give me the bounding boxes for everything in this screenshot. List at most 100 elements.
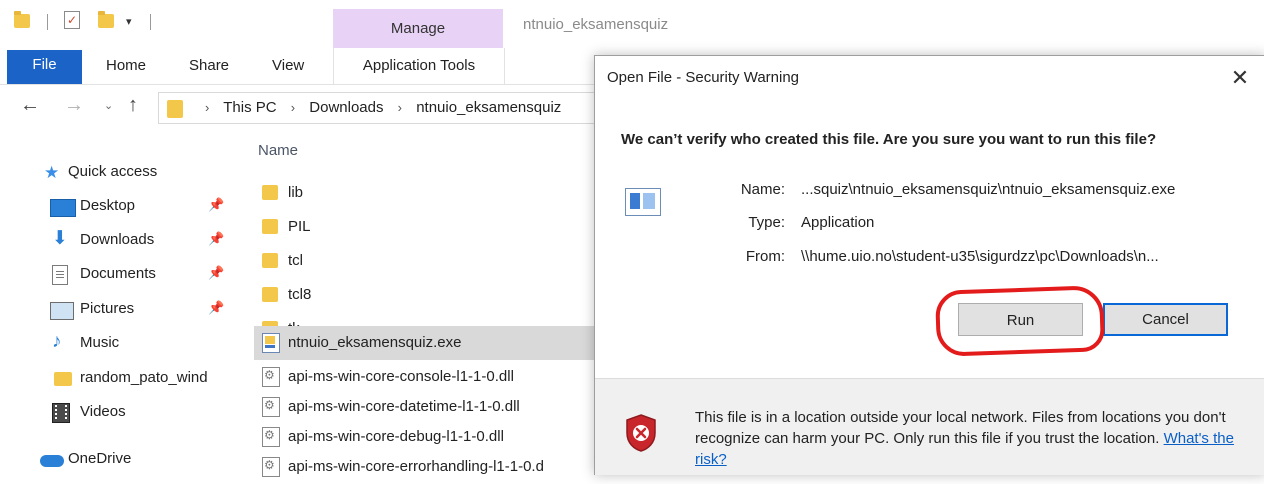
- music-icon: ♪: [52, 331, 62, 352]
- sidebar-item-label: Quick access: [68, 163, 158, 180]
- sidebar-item-label: OneDrive: [68, 450, 132, 467]
- dialog-heading: We can’t verify who created this file. A…: [621, 131, 1157, 148]
- sidebar-item-desktop[interactable]: Desktop 📌: [0, 191, 240, 221]
- folder-icon: [167, 100, 183, 118]
- file-row-dll-console[interactable]: api-ms-win-core-console-l1-1-0.dll: [254, 360, 600, 394]
- close-icon[interactable]: ✕: [1223, 63, 1257, 93]
- separator: [150, 14, 151, 30]
- from-label: From:: [745, 248, 785, 265]
- sidebar-item-label: Pictures: [80, 300, 135, 317]
- sidebar-item-videos[interactable]: Videos: [0, 397, 240, 427]
- sidebar-item-onedrive[interactable]: OneDrive: [0, 444, 240, 474]
- security-warning-dialog: Open File - Security Warning ✕ We can’t …: [594, 55, 1264, 475]
- manage-tab-label: Manage: [390, 20, 446, 37]
- sidebar-item-label: Documents: [80, 265, 156, 282]
- file-name: api-ms-win-core-errorhandling-l1-1-0.d: [288, 458, 544, 475]
- videos-icon: [52, 403, 70, 423]
- tab-file[interactable]: File: [7, 50, 82, 84]
- dialog-footer: This file is in a location outside your …: [595, 378, 1264, 475]
- footer-message: This file is in a location outside your …: [695, 409, 1226, 447]
- file-row-lib[interactable]: lib: [254, 176, 600, 210]
- file-name: api-ms-win-core-datetime-l1-1-0.dll: [288, 398, 520, 415]
- manage-tab[interactable]: Manage: [333, 9, 503, 48]
- sidebar-item-label: Videos: [80, 403, 126, 420]
- dll-file-icon: [262, 427, 280, 447]
- cloud-icon: [40, 455, 64, 467]
- sidebar-item-random-pato-wind[interactable]: random_pato_wind: [0, 363, 240, 393]
- folder-icon: [262, 219, 278, 234]
- file-name: tcl8: [288, 286, 312, 303]
- file-row-dll-debug[interactable]: api-ms-win-core-debug-l1-1-0.dll: [254, 420, 600, 454]
- new-folder-icon[interactable]: [98, 11, 114, 28]
- file-name: lib: [288, 184, 304, 201]
- shield-warning-icon: [626, 414, 656, 452]
- sidebar-item-music[interactable]: ♪ Music: [0, 328, 240, 358]
- explorer-titlebar: ✓ ▾ Manage ntnuio_eksamensquiz: [0, 0, 1264, 48]
- ribbon-tabs: File Home Share View Application Tools: [0, 48, 600, 85]
- folder-icon: [54, 372, 72, 386]
- file-row-tcl8[interactable]: tcl8: [254, 278, 600, 312]
- properties-icon[interactable]: ✓: [64, 11, 80, 29]
- pin-icon[interactable]: 📌: [208, 197, 224, 213]
- folder-icon[interactable]: [14, 11, 30, 28]
- breadcrumb-downloads[interactable]: Downloads: [309, 99, 383, 116]
- window-title: ntnuio_eksamensquiz: [523, 16, 669, 33]
- file-name: PIL: [288, 218, 311, 235]
- file-name: api-ms-win-core-debug-l1-1-0.dll: [288, 428, 504, 445]
- sidebar-item-label: Desktop: [80, 197, 136, 214]
- application-icon: [262, 333, 280, 353]
- pin-icon[interactable]: 📌: [208, 231, 224, 247]
- cancel-button[interactable]: Cancel: [1103, 303, 1228, 336]
- chevron-right-icon: ›: [397, 100, 403, 115]
- up-arrow-icon[interactable]: ↑: [128, 94, 138, 117]
- dll-file-icon: [262, 367, 280, 387]
- tab-application-tools[interactable]: Application Tools: [333, 48, 505, 84]
- file-name: api-ms-win-core-console-l1-1-0.dll: [288, 368, 514, 385]
- tab-view[interactable]: View: [272, 57, 304, 74]
- sidebar-item-label: random_pato_wind: [80, 369, 208, 386]
- file-row-pil[interactable]: PIL: [254, 210, 600, 244]
- forward-arrow-icon[interactable]: →: [64, 94, 84, 117]
- file-row-tcl[interactable]: tcl: [254, 244, 600, 278]
- file-list: Name lib PIL tcl tcl8 tk ntnuio_eksamens…: [240, 135, 600, 477]
- file-row-dll-errorhandling[interactable]: api-ms-win-core-errorhandling-l1-1-0.d: [254, 450, 600, 484]
- star-icon: ★: [44, 163, 60, 182]
- file-row-dll-datetime[interactable]: api-ms-win-core-datetime-l1-1-0.dll: [254, 390, 600, 424]
- folder-icon: [262, 185, 278, 200]
- sidebar-item-downloads[interactable]: ⬇ Downloads 📌: [0, 225, 240, 255]
- navigation-bar: ← → ⌄ ↑ › This PC › Downloads › ntnuio_e…: [0, 90, 601, 124]
- chevron-right-icon: ›: [290, 100, 296, 115]
- type-label: Type:: [748, 214, 785, 231]
- download-icon: ⬇: [52, 228, 68, 249]
- chevron-down-icon[interactable]: ▾: [126, 15, 132, 28]
- tab-share[interactable]: Share: [189, 57, 229, 74]
- back-arrow-icon[interactable]: ←: [20, 94, 40, 117]
- type-value: Application: [801, 214, 875, 231]
- folder-icon: [262, 253, 278, 268]
- file-row-exe-selected[interactable]: ntnuio_eksamensquiz.exe: [254, 326, 600, 360]
- address-bar[interactable]: › This PC › Downloads › ntnuio_eksamensq…: [158, 92, 601, 124]
- column-header-name[interactable]: Name: [258, 142, 298, 159]
- name-value: ...squiz\ntnuio_eksamensquiz\ntnuio_eksa…: [801, 181, 1176, 198]
- breadcrumb: › This PC › Downloads › ntnuio_eksamensq…: [195, 99, 561, 116]
- sidebar-item-pictures[interactable]: Pictures 📌: [0, 294, 240, 324]
- recent-locations-icon[interactable]: ⌄: [104, 99, 113, 112]
- pin-icon[interactable]: 📌: [208, 300, 224, 316]
- red-highlight-circle: [934, 285, 1106, 357]
- file-name: tcl: [288, 252, 303, 269]
- sidebar-item-documents[interactable]: Documents 📌: [0, 259, 240, 289]
- breadcrumb-this-pc[interactable]: This PC: [223, 99, 276, 116]
- separator: [47, 14, 48, 30]
- footer-warning-text: This file is in a location outside your …: [695, 407, 1245, 470]
- sidebar-item-label: Music: [80, 334, 120, 351]
- document-icon: [52, 265, 68, 285]
- sidebar-item-quick-access[interactable]: ★ Quick access: [0, 157, 240, 187]
- tab-application-tools-label: Application Tools: [362, 57, 476, 74]
- breadcrumb-current-folder[interactable]: ntnuio_eksamensquiz: [416, 99, 561, 116]
- pin-icon[interactable]: 📌: [208, 265, 224, 281]
- tab-home[interactable]: Home: [106, 57, 146, 74]
- pictures-icon: [50, 302, 74, 320]
- desktop-icon: [50, 199, 76, 217]
- from-value: \\hume.uio.no\student-u35\sigurdzz\pc\Do…: [801, 248, 1159, 265]
- dll-file-icon: [262, 397, 280, 417]
